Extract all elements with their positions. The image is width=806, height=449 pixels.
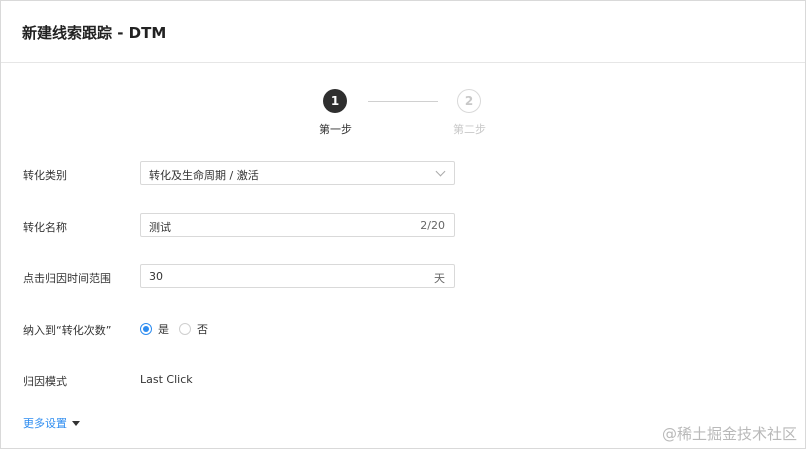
- attribution-window-input[interactable]: 30 天: [140, 264, 455, 288]
- attribution-model-value: Last Click: [140, 373, 193, 386]
- conversion-type-value: 转化及生命周期 / 激活: [149, 169, 259, 182]
- step-1-indicator: 1: [323, 89, 347, 113]
- include-count-label: 纳入到“转化次数”: [23, 324, 112, 337]
- radio-no-label: 否: [197, 323, 208, 336]
- watermark: @稀土掘金技术社区: [661, 425, 797, 443]
- dialog-title: 新建线索跟踪 - DTM: [22, 24, 167, 42]
- attribution-window-value: 30: [149, 270, 163, 283]
- more-settings-label: 更多设置: [23, 417, 67, 430]
- conversion-type-select[interactable]: 转化及生命周期 / 激活: [140, 161, 455, 185]
- radio-checked-icon: [140, 323, 152, 335]
- radio-yes[interactable]: 是: [140, 321, 169, 337]
- conversion-type-label: 转化类别: [23, 169, 67, 182]
- char-counter: 2/20: [420, 219, 445, 232]
- conversion-name-value: 测试: [149, 221, 171, 234]
- radio-yes-label: 是: [158, 323, 169, 336]
- conversion-name-label: 转化名称: [23, 221, 67, 234]
- radio-no[interactable]: 否: [179, 321, 208, 337]
- include-count-radio-group: 是 否: [140, 321, 218, 337]
- unit-suffix: 天: [434, 272, 445, 285]
- more-settings-toggle[interactable]: 更多设置: [23, 415, 80, 431]
- step-1-label: 第一步: [319, 123, 352, 136]
- step-2-indicator: 2: [457, 89, 481, 113]
- caret-down-icon: [72, 420, 80, 426]
- header-divider: [1, 62, 805, 63]
- chevron-down-icon: [435, 166, 446, 177]
- attribution-window-label: 点击归因时间范围: [23, 272, 111, 285]
- step-connector: [368, 101, 438, 102]
- step-2-label: 第二步: [453, 123, 486, 136]
- dialog: 新建线索跟踪 - DTM 1 2 第一步 第二步 转化类别 转化及生命周期 / …: [0, 0, 806, 449]
- attribution-model-label: 归因模式: [23, 375, 67, 388]
- conversion-name-input[interactable]: 测试 2/20: [140, 213, 455, 237]
- radio-unchecked-icon: [179, 323, 191, 335]
